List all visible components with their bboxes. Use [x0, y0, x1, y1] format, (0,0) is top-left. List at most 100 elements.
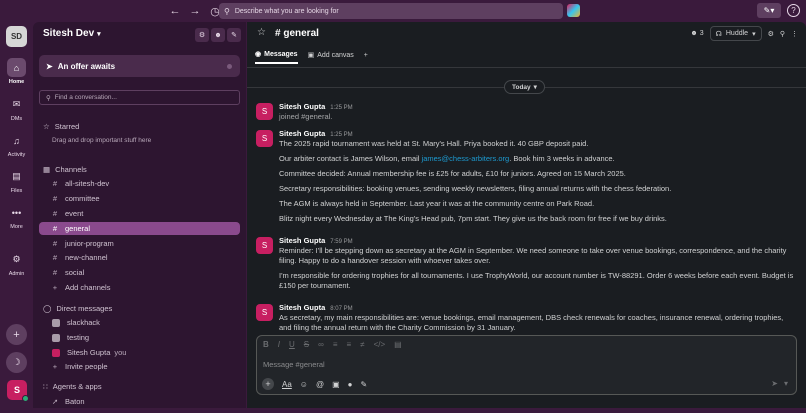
format-aa-button[interactable]: Aa — [282, 380, 292, 389]
message-avatar[interactable]: S — [256, 103, 273, 120]
message-author[interactable]: Sitesh Gupta — [279, 236, 325, 245]
user-avatar[interactable]: S — [7, 380, 29, 402]
ordered-list-icon[interactable]: ≡ — [333, 340, 338, 349]
message-input[interactable]: Message #general — [263, 360, 325, 369]
channel-item[interactable]: # committee — [39, 192, 240, 205]
top-bar: ← → ◷ ⚲ Describe what you are looking fo… — [0, 0, 806, 22]
huddle-button[interactable]: ☊ Huddle ▾ — [709, 26, 762, 41]
tab-label: Add canvas — [317, 51, 354, 59]
channel-name: new-channel — [65, 253, 108, 262]
dm-section-header[interactable]: ◯ Direct messages — [43, 304, 112, 313]
message-time[interactable]: 1:25 PM — [330, 132, 352, 138]
date-divider-button[interactable]: Today ▾ — [504, 80, 545, 94]
add-channels-button[interactable]: + Add channels — [39, 281, 240, 294]
rail-activity[interactable]: ♫ Activity — [0, 131, 33, 159]
link-icon[interactable]: ∞ — [318, 340, 324, 349]
ai-assistant-icon[interactable] — [567, 4, 580, 17]
message[interactable]: S Sitesh Gupta 8:07 PM As secretary, my m… — [256, 303, 796, 333]
rail-files[interactable]: ▤ Files — [0, 167, 33, 194]
canvas-icon: ▣ — [307, 52, 315, 59]
strikethrough-icon[interactable]: S — [304, 340, 309, 349]
channel-item[interactable]: # event — [39, 207, 240, 220]
emoji-icon[interactable]: ☺ — [300, 380, 308, 389]
workspace-avatar[interactable]: SD — [6, 26, 27, 47]
add-workspace-icon[interactable]: + — [6, 324, 27, 345]
bullet-list-icon[interactable]: ≡ — [347, 340, 352, 349]
rail-admin[interactable]: ⚙ Admin — [0, 250, 33, 277]
attach-plus-icon[interactable]: + — [262, 378, 274, 390]
workspace-name-button[interactable]: Sitesh Dev ▾ — [43, 28, 101, 39]
settings-gear-icon[interactable]: ⚙ — [195, 28, 209, 42]
microphone-icon[interactable]: ● — [348, 380, 353, 389]
message-author[interactable]: Sitesh Gupta — [279, 102, 325, 111]
tab-messages[interactable]: ◉ Messages — [255, 50, 298, 64]
dark-mode-icon[interactable]: ☽ — [6, 352, 27, 373]
channel-item[interactable]: # social — [39, 266, 240, 279]
forward-arrow-icon[interactable]: → — [188, 4, 202, 18]
starred-section-header[interactable]: ☆ Starred — [43, 122, 79, 131]
video-icon[interactable]: ▣ — [332, 380, 340, 389]
search-icon[interactable]: ⚲ — [780, 30, 785, 38]
dm-item[interactable]: slackhack — [39, 316, 240, 329]
agent-item[interactable]: ➚ Baton — [39, 395, 240, 408]
channel-item[interactable]: # new-channel — [39, 251, 240, 264]
message-avatar[interactable]: S — [256, 304, 273, 321]
message-avatar[interactable]: S — [256, 130, 273, 147]
new-message-icon[interactable]: ✎ — [227, 28, 241, 42]
date-divider-label: Today — [512, 83, 531, 91]
send-icon[interactable]: ➤ — [771, 379, 778, 388]
shortcuts-icon[interactable]: ✎ — [361, 380, 368, 389]
add-tab-button[interactable]: + — [364, 52, 368, 63]
channel-item[interactable]: # all-sitesh-dev — [39, 177, 240, 190]
message-text: Our arbiter contact is James Wilson, ema… — [279, 154, 794, 164]
italic-icon[interactable]: I — [278, 340, 280, 349]
more-vertical-icon[interactable]: ⋮ — [791, 30, 798, 38]
dm-item[interactable]: testing — [39, 331, 240, 344]
mention-icon[interactable]: @ — [316, 380, 324, 389]
rail-dms[interactable]: ✉ DMs — [0, 95, 33, 122]
find-conversation-input[interactable]: ⚲ Find a conversation... — [39, 90, 240, 105]
tab-add-canvas[interactable]: ▣ Add canvas — [308, 51, 354, 63]
star-channel-icon[interactable]: ☆ — [257, 27, 266, 38]
channels-section-header[interactable]: ▦ Channels — [43, 165, 87, 174]
chevron-down-icon[interactable]: ▾ — [784, 379, 788, 388]
search-bar[interactable]: ⚲ Describe what you are looking for — [219, 3, 563, 19]
dm-item[interactable]: Sitesh Gupta you — [39, 346, 240, 359]
chevron-down-icon: ▾ — [97, 30, 101, 38]
invite-people-button[interactable]: + Invite people — [39, 360, 240, 373]
blockquote-icon[interactable]: ≠ — [360, 340, 364, 349]
offer-banner[interactable]: ➤ An offer awaits — [39, 55, 240, 77]
channel-item-active[interactable]: # general — [39, 222, 240, 235]
email-link[interactable]: james@chess-arbiters.org — [422, 154, 510, 163]
channel-settings-icon[interactable]: ⚙ — [768, 30, 774, 38]
star-icon: ☆ — [43, 122, 50, 131]
compose-pen-icon[interactable]: ✎▾ — [757, 3, 781, 18]
starred-title: Starred — [54, 122, 80, 131]
channel-title[interactable]: # general — [275, 28, 319, 39]
bold-icon[interactable]: B — [263, 340, 269, 349]
bell-icon: ♫ — [13, 135, 20, 146]
channel-item[interactable]: # junior-program — [39, 237, 240, 250]
home-icon: ⌂ — [7, 58, 26, 77]
message-avatar[interactable]: S — [256, 237, 273, 254]
message-author[interactable]: Sitesh Gupta — [279, 303, 325, 312]
help-icon[interactable]: ? — [787, 4, 800, 17]
members-button[interactable]: ☻ 3 — [690, 30, 703, 37]
code-icon[interactable]: </> — [374, 340, 386, 349]
underline-icon[interactable]: U — [289, 340, 295, 349]
add-person-icon[interactable]: ☻ — [211, 28, 225, 42]
message-composer[interactable]: B I U S ∞ ≡ ≡ ≠ </> ▤ Message #general +… — [256, 335, 797, 395]
agents-section-header[interactable]: ∷ Agents & apps — [43, 382, 102, 391]
message-author[interactable]: Sitesh Gupta — [279, 129, 325, 138]
format-toolbar: B I U S ∞ ≡ ≡ ≠ </> ▤ — [263, 340, 402, 349]
back-arrow-icon[interactable]: ← — [168, 4, 182, 18]
message-text: I'm responsible for ordering trophies fo… — [279, 271, 794, 290]
rail-home-label: Home — [8, 79, 25, 85]
message-time[interactable]: 8:07 PM — [330, 306, 352, 312]
rail-more[interactable]: ••• More — [0, 203, 33, 231]
rail-home[interactable]: ⌂ Home — [0, 58, 33, 85]
message-time[interactable]: 1:25 PM — [330, 105, 352, 111]
dm-title: Direct messages — [56, 304, 113, 313]
message-time[interactable]: 7:59 PM — [330, 239, 352, 245]
code-block-icon[interactable]: ▤ — [394, 340, 402, 349]
